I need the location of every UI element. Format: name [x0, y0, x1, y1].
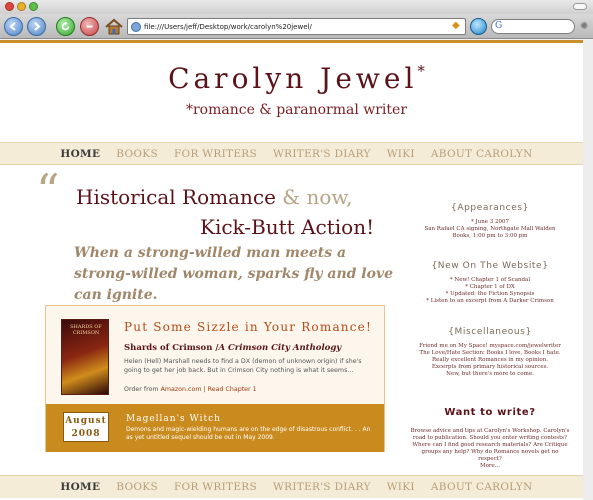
quote-mark-icon: “ — [36, 164, 60, 218]
google-search-icon: G — [495, 21, 503, 31]
want-to-write-section: Want to write? Browse advice and tips at… — [410, 407, 570, 470]
top-divider — [0, 40, 593, 43]
footer-nav-for-writers[interactable]: FOR WRITERS — [174, 481, 257, 493]
go-button[interactable] — [470, 18, 487, 35]
release-date-box: August 2008 — [63, 412, 109, 442]
nav-wiki[interactable]: WIKI — [387, 148, 415, 160]
stop-button[interactable] — [80, 17, 99, 36]
want-line[interactable]: Where can I find good research materials… — [410, 442, 570, 449]
new-on-website-heading: {New On The Website} — [431, 261, 549, 271]
address-bar[interactable]: file:///Users/jeff/Desktop/work/carolyn%… — [127, 18, 466, 35]
new-item-link[interactable]: * Chapter 1 of DX — [410, 284, 570, 291]
nav-writers-diary[interactable]: WRITER'S DIARY — [273, 148, 371, 160]
want-line[interactable]: groups any help? Why do Romance novels g… — [410, 449, 570, 463]
browser-toolbar: file:///Users/jeff/Desktop/work/carolyn%… — [0, 14, 593, 39]
hero-headline-2: Kick-Butt Action! — [200, 215, 375, 239]
reload-icon — [61, 21, 70, 31]
rss-feed-icon[interactable]: ◆ — [452, 20, 460, 31]
hero-headline-a: Historical Romance — [76, 185, 276, 209]
appearance-line: Books, 1:00 pm to 3:00 pm — [452, 233, 528, 239]
book-cover-title: SHARDS OF CRIMSON — [70, 324, 102, 336]
misc-link[interactable]: New, but there's more to come. — [410, 371, 570, 378]
close-window-button[interactable] — [5, 2, 14, 11]
link-separator: | — [203, 386, 206, 393]
vertical-scrollbar[interactable] — [583, 40, 593, 500]
web-page: Carolyn Jewel* *romance & paranormal wri… — [0, 40, 593, 500]
new-item-link[interactable]: * Updated: the Fiction Synopsis — [410, 291, 570, 298]
loading-spinner-icon: ✺ — [580, 21, 589, 32]
site-title[interactable]: Carolyn Jewel* — [0, 62, 593, 95]
want-line[interactable]: road to publication. Should you enter wr… — [410, 435, 570, 442]
main-navigation: HOME BOOKS FOR WRITERS WRITER'S DIARY WI… — [0, 142, 593, 165]
arrow-right-icon — [34, 22, 41, 31]
home-button[interactable] — [104, 17, 124, 36]
footer-nav-books[interactable]: BOOKS — [116, 481, 158, 493]
new-item-link[interactable]: * Listen to an excerpt from A Darker Cri… — [410, 298, 570, 305]
site-tagline: *romance & paranormal writer — [185, 102, 408, 118]
release-year: 2008 — [71, 429, 101, 439]
footer-nav-wiki[interactable]: WIKI — [387, 481, 415, 493]
appearance-line: * June 3 2007 — [470, 219, 510, 225]
site-title-star: * — [417, 62, 425, 80]
footer-nav-home[interactable]: HOME — [60, 481, 100, 493]
appearances-heading: {Appearances} — [451, 203, 529, 213]
misc-link[interactable]: Really excellent Romances in my opinion. — [410, 357, 570, 364]
feature-heading: Put Some Sizzle in Your Romance! — [124, 320, 372, 334]
page-favicon-icon — [131, 22, 141, 32]
misc-link[interactable]: Friend me on My Space! myspace.com/jewel… — [410, 343, 570, 350]
order-prefix: Order from — [124, 386, 159, 393]
window-titlebar — [0, 0, 593, 14]
site-title-text: Carolyn Jewel — [168, 62, 418, 95]
nav-home[interactable]: HOME — [60, 148, 100, 160]
minimize-window-button[interactable] — [17, 2, 26, 11]
more-link[interactable]: More... — [410, 463, 570, 470]
nav-about-carolyn[interactable]: ABOUT CAROLYN — [431, 148, 533, 160]
back-button[interactable] — [4, 17, 23, 36]
misc-link[interactable]: The Love/Hate Section: Books I love, Boo… — [410, 350, 570, 357]
new-on-website-section: {New On The Website} * New! Chapter 1 of… — [410, 261, 570, 305]
coming-book-title[interactable]: Magellan's Witch — [126, 414, 221, 424]
footer-navigation: HOME BOOKS FOR WRITERS WRITER'S DIARY WI… — [0, 475, 593, 498]
release-month: August — [65, 416, 107, 426]
appearances-section: {Appearances} * June 3 2007 San Rafael C… — [410, 203, 570, 240]
reload-button[interactable] — [56, 17, 75, 36]
book-anthology-text: A Crimson City Anthology — [218, 343, 342, 353]
address-text: file:///Users/jeff/Desktop/work/carolyn%… — [144, 22, 312, 31]
appearance-line[interactable]: San Rafael CA signing, Northgate Mall Wa… — [410, 226, 570, 233]
forward-button[interactable] — [27, 17, 46, 36]
book-title-text: Shards of Crimson — [124, 343, 213, 353]
coming-book-description: Demons and magic-wielding humans are on … — [126, 426, 371, 441]
new-item-link[interactable]: * New! Chapter 1 of Scandal — [410, 277, 570, 284]
featured-book-box: SHARDS OF CRIMSON Put Some Sizzle in You… — [45, 305, 385, 452]
coming-soon-banner: August 2008 Magellan's Witch Demons and … — [46, 404, 384, 452]
home-icon — [105, 18, 123, 35]
nav-books[interactable]: BOOKS — [116, 148, 158, 160]
miscellaneous-section: {Miscellaneous} Friend me on My Space! m… — [410, 327, 570, 378]
want-to-write-heading: Want to write? — [444, 407, 536, 418]
toolbar-toggle-button[interactable] — [573, 3, 587, 10]
read-chapter-link[interactable]: Read Chapter 1 — [208, 386, 257, 393]
stop-icon — [86, 25, 93, 28]
search-input[interactable]: G — [491, 19, 575, 34]
footer-nav-about-carolyn[interactable]: ABOUT CAROLYN — [431, 481, 533, 493]
miscellaneous-heading: {Miscellaneous} — [448, 327, 532, 337]
zoom-window-button[interactable] — [29, 2, 38, 11]
want-line[interactable]: Browse advice and tips at Carolyn's Work… — [410, 428, 570, 435]
footer-nav-writers-diary[interactable]: WRITER'S DIARY — [273, 481, 371, 493]
amazon-link[interactable]: Amazon.com — [161, 386, 202, 393]
feature-description: Helen (Hell) Marshall needs to find a DX… — [124, 358, 362, 374]
feature-book-title: Shards of Crimson /A Crimson City Anthol… — [124, 343, 342, 353]
book-cover-image[interactable]: SHARDS OF CRIMSON — [61, 319, 109, 395]
arrow-left-icon — [9, 22, 16, 31]
hero-headline-b: & now, — [282, 185, 353, 209]
feature-order-line: Order from Amazon.com | Read Chapter 1 — [124, 386, 257, 393]
hero-headline: Historical Romance & now, — [76, 185, 352, 209]
nav-for-writers[interactable]: FOR WRITERS — [174, 148, 257, 160]
hero-subtitle: When a strong-willed man meets a strong-… — [74, 245, 393, 303]
misc-link[interactable]: Excerpts from primary historical sources… — [410, 364, 570, 371]
